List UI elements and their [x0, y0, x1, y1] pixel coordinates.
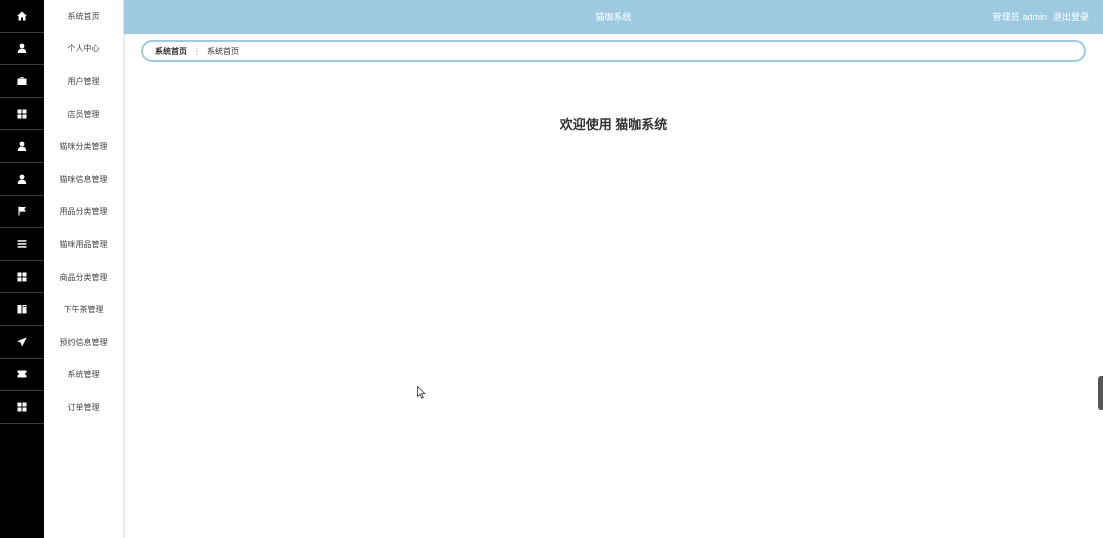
briefcase-icon — [17, 76, 27, 86]
user-area: 管理员 admin 退出登录 — [986, 0, 1089, 34]
sidebar-item-afternoon-tea[interactable]: 下午茶管理 — [44, 293, 123, 326]
sidebar-item-cat-category[interactable]: 猫咪分类管理 — [44, 130, 123, 163]
user-icon — [17, 141, 27, 152]
sidebar-item-cat-info[interactable]: 猫咪信息管理 — [44, 163, 123, 196]
side-float-tab[interactable] — [1098, 376, 1103, 410]
rail-item-system[interactable] — [0, 359, 44, 392]
grid-icon — [17, 109, 27, 119]
book-icon — [17, 304, 27, 314]
breadcrumb-current: 系统首页 — [207, 46, 239, 56]
rail-item-booking[interactable] — [0, 326, 44, 359]
rail-item-cat-supplies[interactable] — [0, 228, 44, 261]
rail-item-cat-info[interactable] — [0, 163, 44, 196]
rail-item-afternoon-tea[interactable] — [0, 293, 44, 326]
flag-icon — [17, 206, 27, 216]
grid-icon — [17, 272, 27, 282]
sidebar-item-goods-category[interactable]: 商品分类管理 — [44, 261, 123, 294]
breadcrumb: 系统首页 ⋮ 系统首页 — [141, 40, 1086, 62]
sidebar-menu: 系统首页 个人中心 用户管理 店员管理 猫咪分类管理 猫咪信息管理 用品分类管理… — [44, 0, 124, 538]
sidebar-item-home[interactable]: 系统首页 — [44, 0, 123, 33]
app-title: 猫咖系统 — [595, 12, 632, 22]
sidebar-item-cat-supplies[interactable]: 猫咪用品管理 — [44, 228, 123, 261]
user-icon — [17, 174, 27, 184]
rail-item-orders[interactable] — [0, 391, 44, 424]
rail-item-users[interactable] — [0, 65, 44, 98]
list-icon — [17, 239, 27, 249]
sidebar-item-orders[interactable]: 订单管理 — [44, 391, 123, 424]
breadcrumb-separator: ⋮ — [193, 46, 201, 56]
ticket-icon — [17, 369, 27, 379]
logout-link[interactable]: 退出登录 — [1053, 12, 1089, 22]
menu-shadow — [124, 0, 128, 538]
sidebar-item-supply-category[interactable]: 用品分类管理 — [44, 196, 123, 229]
rail-item-cat-category[interactable] — [0, 130, 44, 163]
rail-item-staff[interactable] — [0, 98, 44, 131]
send-icon — [17, 336, 27, 347]
breadcrumb-root[interactable]: 系统首页 — [155, 46, 187, 57]
sidebar-item-system[interactable]: 系统管理 — [44, 359, 123, 392]
app-root: 系统首页 个人中心 用户管理 店员管理 猫咪分类管理 猫咪信息管理 用品分类管理… — [0, 0, 1103, 538]
top-header: 猫咖系统 管理员 admin 退出登录 — [124, 0, 1103, 34]
sidebar-item-profile[interactable]: 个人中心 — [44, 33, 123, 66]
welcome-title: 欢迎使用 猫咖系统 — [559, 117, 668, 132]
rail-item-profile[interactable] — [0, 33, 44, 66]
mouse-cursor-icon — [417, 386, 426, 399]
rail-item-supply-category[interactable] — [0, 196, 44, 229]
sidebar-item-users[interactable]: 用户管理 — [44, 65, 123, 98]
rail-item-goods-category[interactable] — [0, 261, 44, 294]
icon-rail — [0, 0, 44, 538]
user-role: 管理员 — [992, 12, 1020, 22]
rail-item-home[interactable] — [0, 0, 44, 33]
user-icon — [17, 43, 27, 54]
grid-icon — [17, 402, 27, 412]
sidebar-item-staff[interactable]: 店员管理 — [44, 98, 123, 131]
username: admin — [1022, 12, 1047, 22]
home-icon — [17, 11, 27, 21]
sidebar-item-booking[interactable]: 预约信息管理 — [44, 326, 123, 359]
